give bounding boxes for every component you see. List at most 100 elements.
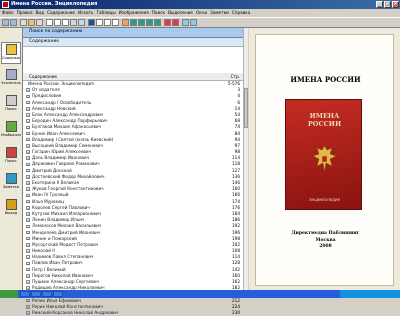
expand-icon[interactable]: + bbox=[26, 304, 30, 309]
expand-icon[interactable]: + bbox=[26, 193, 30, 198]
menu-item[interactable]: Файл bbox=[2, 10, 14, 15]
expand-icon[interactable]: + bbox=[26, 137, 30, 142]
expand-icon[interactable]: + bbox=[26, 274, 30, 278]
open-icon[interactable] bbox=[28, 19, 35, 26]
book-icon bbox=[5, 44, 17, 55]
publisher-block: Директмедиа Паблишинг Москва 2008 bbox=[256, 231, 395, 251]
highlight-icon[interactable] bbox=[122, 19, 129, 26]
layout-icon[interactable] bbox=[96, 19, 103, 26]
expand-icon[interactable]: + bbox=[26, 119, 30, 123]
sidebar-item-images[interactable]: Изображения bbox=[1, 120, 21, 142]
layout-icon[interactable] bbox=[104, 19, 111, 26]
expand-icon[interactable]: + bbox=[26, 212, 30, 216]
column-header: Содержание Стр. bbox=[23, 73, 248, 81]
start-button[interactable] bbox=[0, 290, 18, 298]
expand-icon[interactable]: + bbox=[26, 267, 30, 272]
sidebar-item-find[interactable]: Поиск bbox=[1, 146, 21, 168]
expand-icon[interactable]: + bbox=[26, 125, 30, 130]
expand-icon[interactable]: + bbox=[26, 280, 30, 284]
expand-icon[interactable]: + bbox=[26, 236, 30, 241]
expand-icon[interactable]: + bbox=[26, 88, 30, 92]
back-icon[interactable] bbox=[2, 19, 9, 26]
expand-icon[interactable]: + bbox=[26, 106, 30, 111]
menu-item[interactable]: Содержание bbox=[47, 10, 75, 15]
expand-icon[interactable]: + bbox=[26, 255, 30, 260]
taskbar-app-button[interactable] bbox=[53, 291, 63, 297]
expand-icon[interactable]: + bbox=[26, 113, 30, 117]
panel-header-label: Поиск по содержанию bbox=[29, 29, 83, 34]
page-icon[interactable] bbox=[54, 19, 61, 26]
help-icon[interactable] bbox=[190, 19, 197, 26]
expand-icon[interactable]: + bbox=[26, 249, 30, 253]
menu-bar: Файл Правка Вид Содержание Искать Таблицы Изоб… bbox=[0, 9, 400, 17]
sidebar-item-search[interactable]: Поиск bbox=[1, 94, 21, 116]
sidebar-item-index[interactable]: Указатель bbox=[1, 68, 21, 90]
pen-icon[interactable] bbox=[138, 19, 145, 26]
book-cover: ИМЕНА РОССИИ ЭНЦИКЛОПЕДИЯ bbox=[285, 99, 362, 210]
minimize-button[interactable]: _ bbox=[376, 1, 383, 8]
vertical-scrollbar[interactable] bbox=[243, 28, 248, 290]
expand-icon[interactable]: + bbox=[26, 100, 30, 105]
taskbar-app-button[interactable] bbox=[31, 291, 41, 297]
zoom-out-icon[interactable] bbox=[78, 19, 85, 26]
menu-item[interactable]: Окно bbox=[196, 10, 207, 15]
forward-icon[interactable] bbox=[10, 19, 17, 26]
expand-icon[interactable]: + bbox=[26, 298, 30, 303]
expand-icon[interactable]: + bbox=[26, 168, 30, 173]
expand-icon[interactable]: + bbox=[26, 311, 30, 315]
expand-icon[interactable]: + bbox=[26, 94, 30, 99]
expand-icon[interactable]: + bbox=[26, 199, 30, 204]
copy-icon[interactable] bbox=[46, 19, 53, 26]
expand-icon[interactable]: + bbox=[26, 156, 30, 161]
maximize-button[interactable]: □ bbox=[384, 1, 391, 8]
zoom-in-icon[interactable] bbox=[70, 19, 77, 26]
expand-icon[interactable]: + bbox=[26, 181, 30, 185]
pen-icon[interactable] bbox=[154, 19, 161, 26]
sidebar-item-exit[interactable]: Выход bbox=[1, 198, 21, 220]
menu-item[interactable]: Заметки bbox=[210, 10, 229, 15]
expand-icon[interactable]: + bbox=[26, 218, 30, 222]
sidebar-item-label: Поиск bbox=[5, 159, 17, 163]
mark-icon[interactable] bbox=[172, 19, 179, 26]
expand-icon[interactable]: + bbox=[26, 230, 30, 235]
system-tray bbox=[340, 290, 400, 298]
menu-item[interactable]: Искать bbox=[78, 10, 93, 15]
expand-icon[interactable]: + bbox=[26, 261, 30, 266]
menu-item[interactable]: Выделение bbox=[168, 10, 193, 15]
list-item-page: 230 bbox=[232, 309, 240, 315]
menu-item[interactable]: Поиск bbox=[152, 10, 165, 15]
pen-icon[interactable] bbox=[130, 19, 137, 26]
scrollbar-thumb[interactable] bbox=[244, 88, 248, 128]
expand-icon[interactable]: + bbox=[26, 144, 30, 148]
taskbar-app-button[interactable] bbox=[42, 291, 52, 297]
sidebar-item-label: Содержание bbox=[2, 56, 20, 60]
expand-icon[interactable]: + bbox=[26, 243, 30, 247]
menu-item[interactable]: Справка bbox=[232, 10, 250, 15]
menu-item[interactable]: Правка bbox=[17, 10, 33, 15]
mark-icon[interactable] bbox=[164, 19, 171, 26]
expand-icon[interactable]: + bbox=[26, 131, 30, 136]
expand-icon[interactable]: + bbox=[26, 224, 30, 229]
sidebar-item-label: Заметки bbox=[2, 185, 20, 189]
sidebar-item-contents[interactable]: Содержание bbox=[1, 42, 21, 64]
menu-item[interactable]: Таблицы bbox=[96, 10, 115, 15]
expand-icon[interactable]: + bbox=[26, 175, 30, 179]
sound-icon[interactable] bbox=[182, 19, 189, 26]
expand-icon[interactable]: + bbox=[26, 150, 30, 154]
expand-icon[interactable]: + bbox=[26, 205, 30, 210]
print-icon[interactable] bbox=[36, 19, 43, 26]
sidebar-item-notes[interactable]: Заметки bbox=[1, 172, 21, 194]
close-button[interactable]: × bbox=[392, 1, 399, 8]
panel-header[interactable]: Поиск по содержанию ▾ bbox=[23, 28, 248, 38]
home-icon[interactable] bbox=[20, 19, 27, 26]
menu-item[interactable]: Вид bbox=[36, 10, 45, 15]
expand-icon[interactable]: + bbox=[26, 162, 30, 167]
page-icon[interactable] bbox=[62, 19, 69, 26]
layout-icon[interactable] bbox=[88, 19, 95, 26]
layout-icon[interactable] bbox=[112, 19, 119, 26]
menu-item[interactable]: Изображения bbox=[119, 10, 149, 15]
pen-icon[interactable] bbox=[146, 19, 153, 26]
list-item[interactable]: + Римский-Корсаков Николай Андреевич 230 bbox=[23, 310, 248, 316]
taskbar-app-button[interactable] bbox=[20, 291, 30, 297]
expand-icon[interactable]: + bbox=[26, 187, 30, 191]
